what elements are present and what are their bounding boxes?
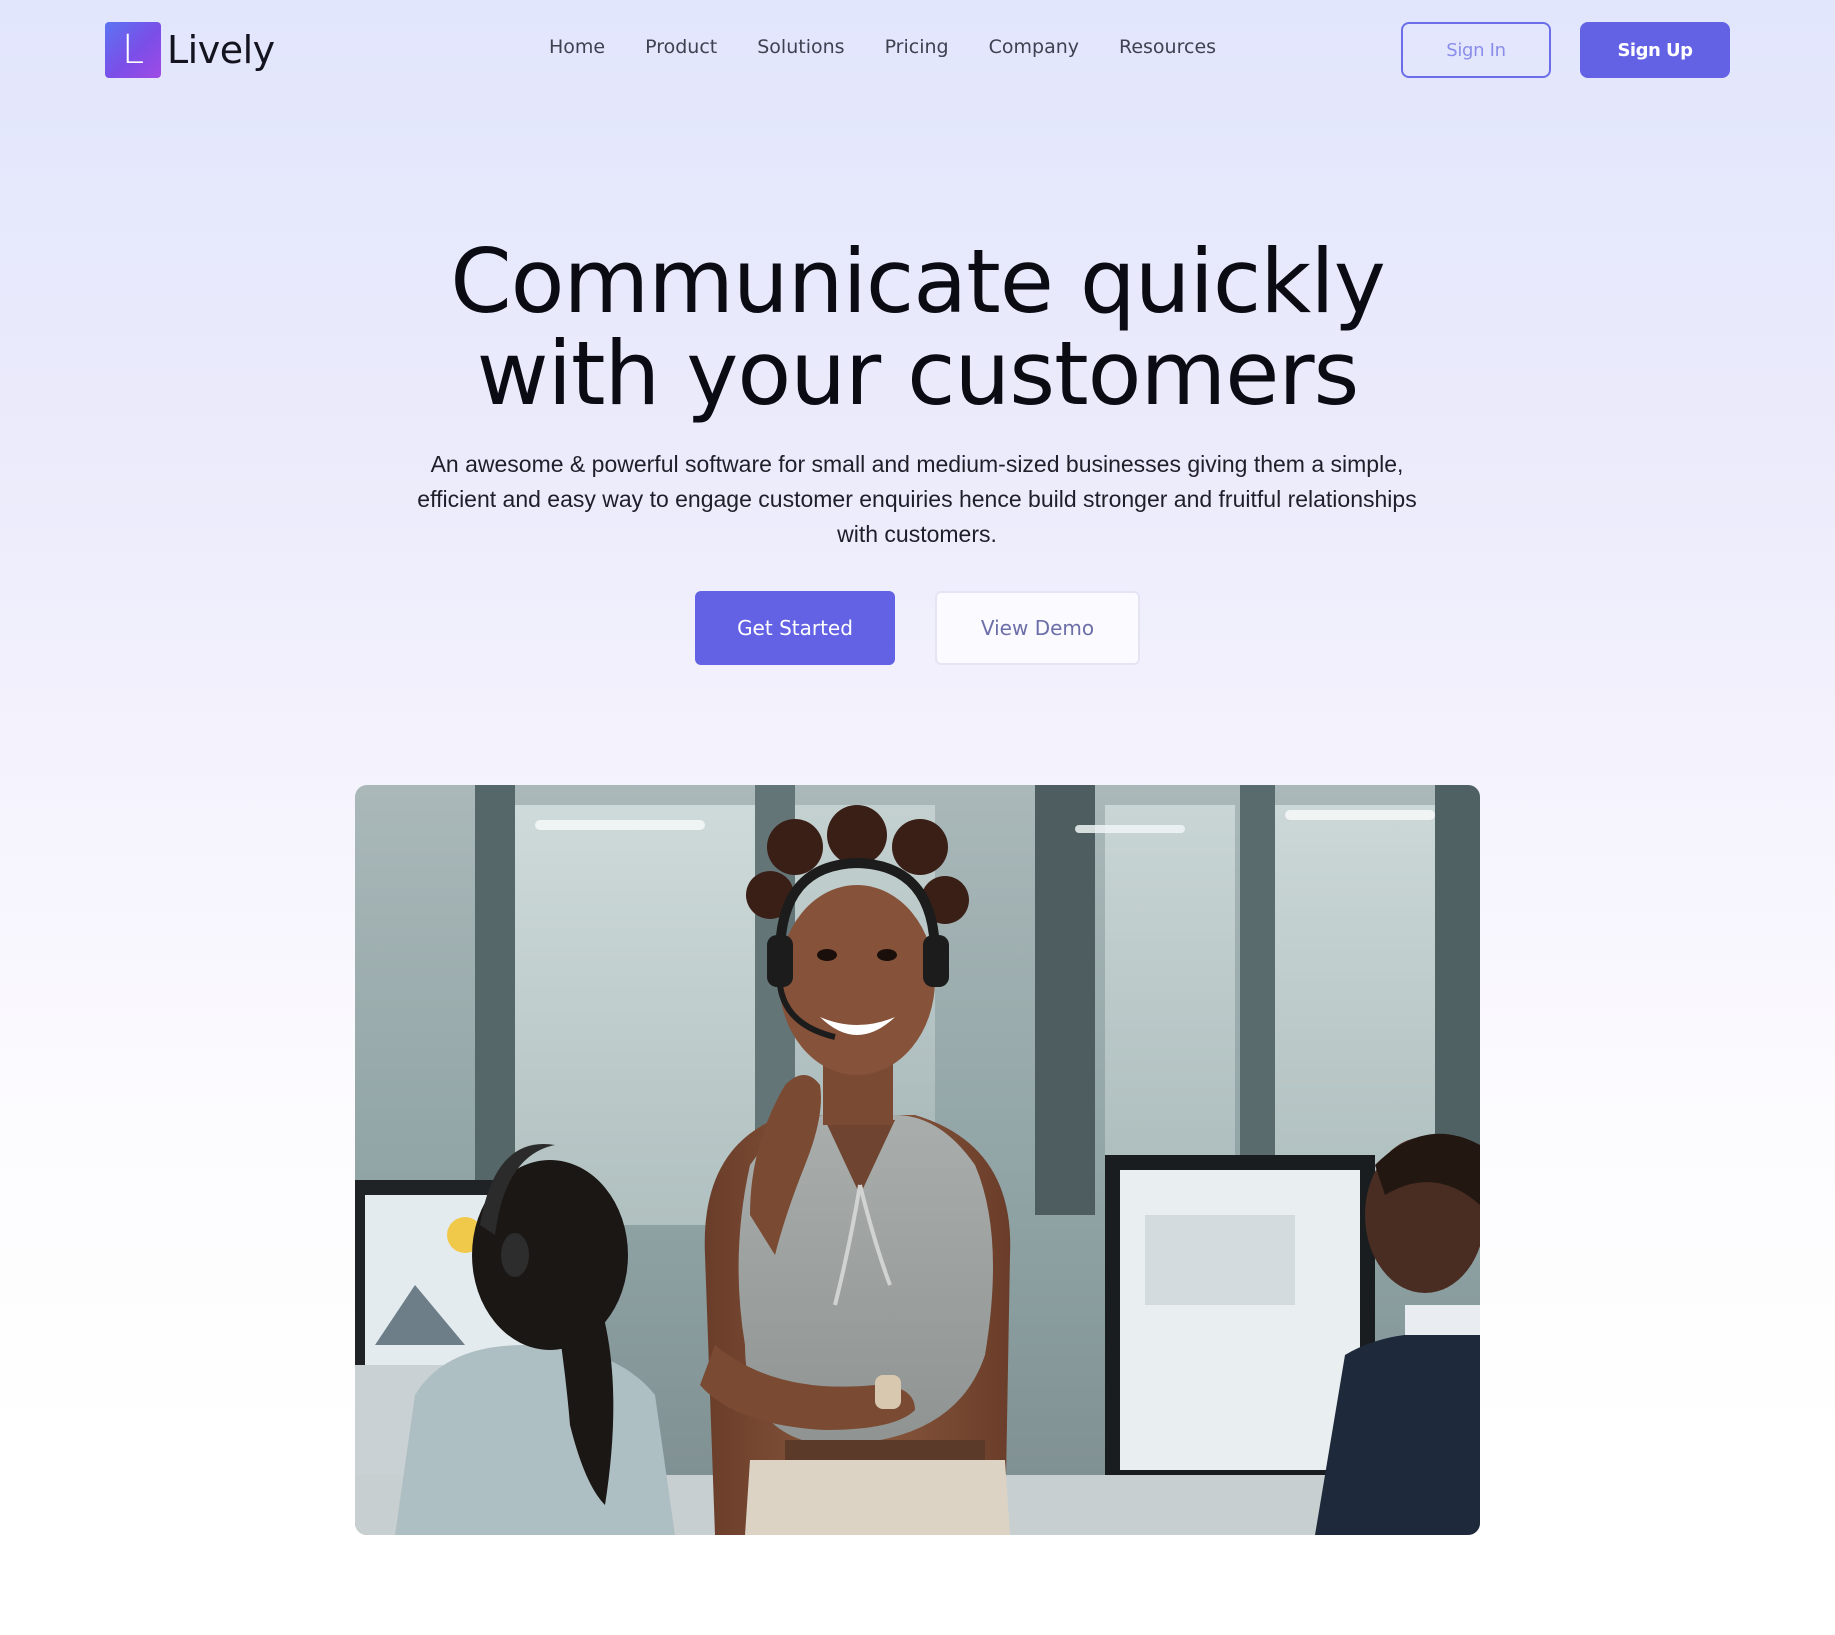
hero-title: Communicate quickly with your customers [0, 236, 1835, 420]
view-demo-button[interactable]: View Demo [935, 591, 1140, 665]
hero-title-line-2: with your customers [476, 322, 1360, 425]
sign-up-button[interactable]: Sign Up [1580, 22, 1730, 78]
main-nav: Home Product Solutions Pricing Company R… [549, 36, 1216, 58]
nav-item-home[interactable]: Home [549, 36, 605, 58]
brand-name: Lively [167, 28, 275, 72]
site-header: L Lively Home Product Solutions Pricing … [0, 0, 1835, 100]
nav-item-product[interactable]: Product [645, 36, 717, 58]
brand-logo[interactable]: L Lively [105, 22, 275, 78]
nav-item-solutions[interactable]: Solutions [757, 36, 844, 58]
hero-photo [355, 785, 1480, 1535]
logo-mark-icon: L [105, 22, 161, 78]
nav-item-resources[interactable]: Resources [1119, 36, 1216, 58]
nav-item-pricing[interactable]: Pricing [885, 36, 949, 58]
get-started-button[interactable]: Get Started [695, 591, 895, 665]
hero-subtitle: An awesome & powerful software for small… [417, 451, 1417, 547]
nav-item-company[interactable]: Company [989, 36, 1079, 58]
hero-title-line-1: Communicate quickly [450, 230, 1386, 333]
sign-in-button[interactable]: Sign In [1401, 22, 1551, 78]
